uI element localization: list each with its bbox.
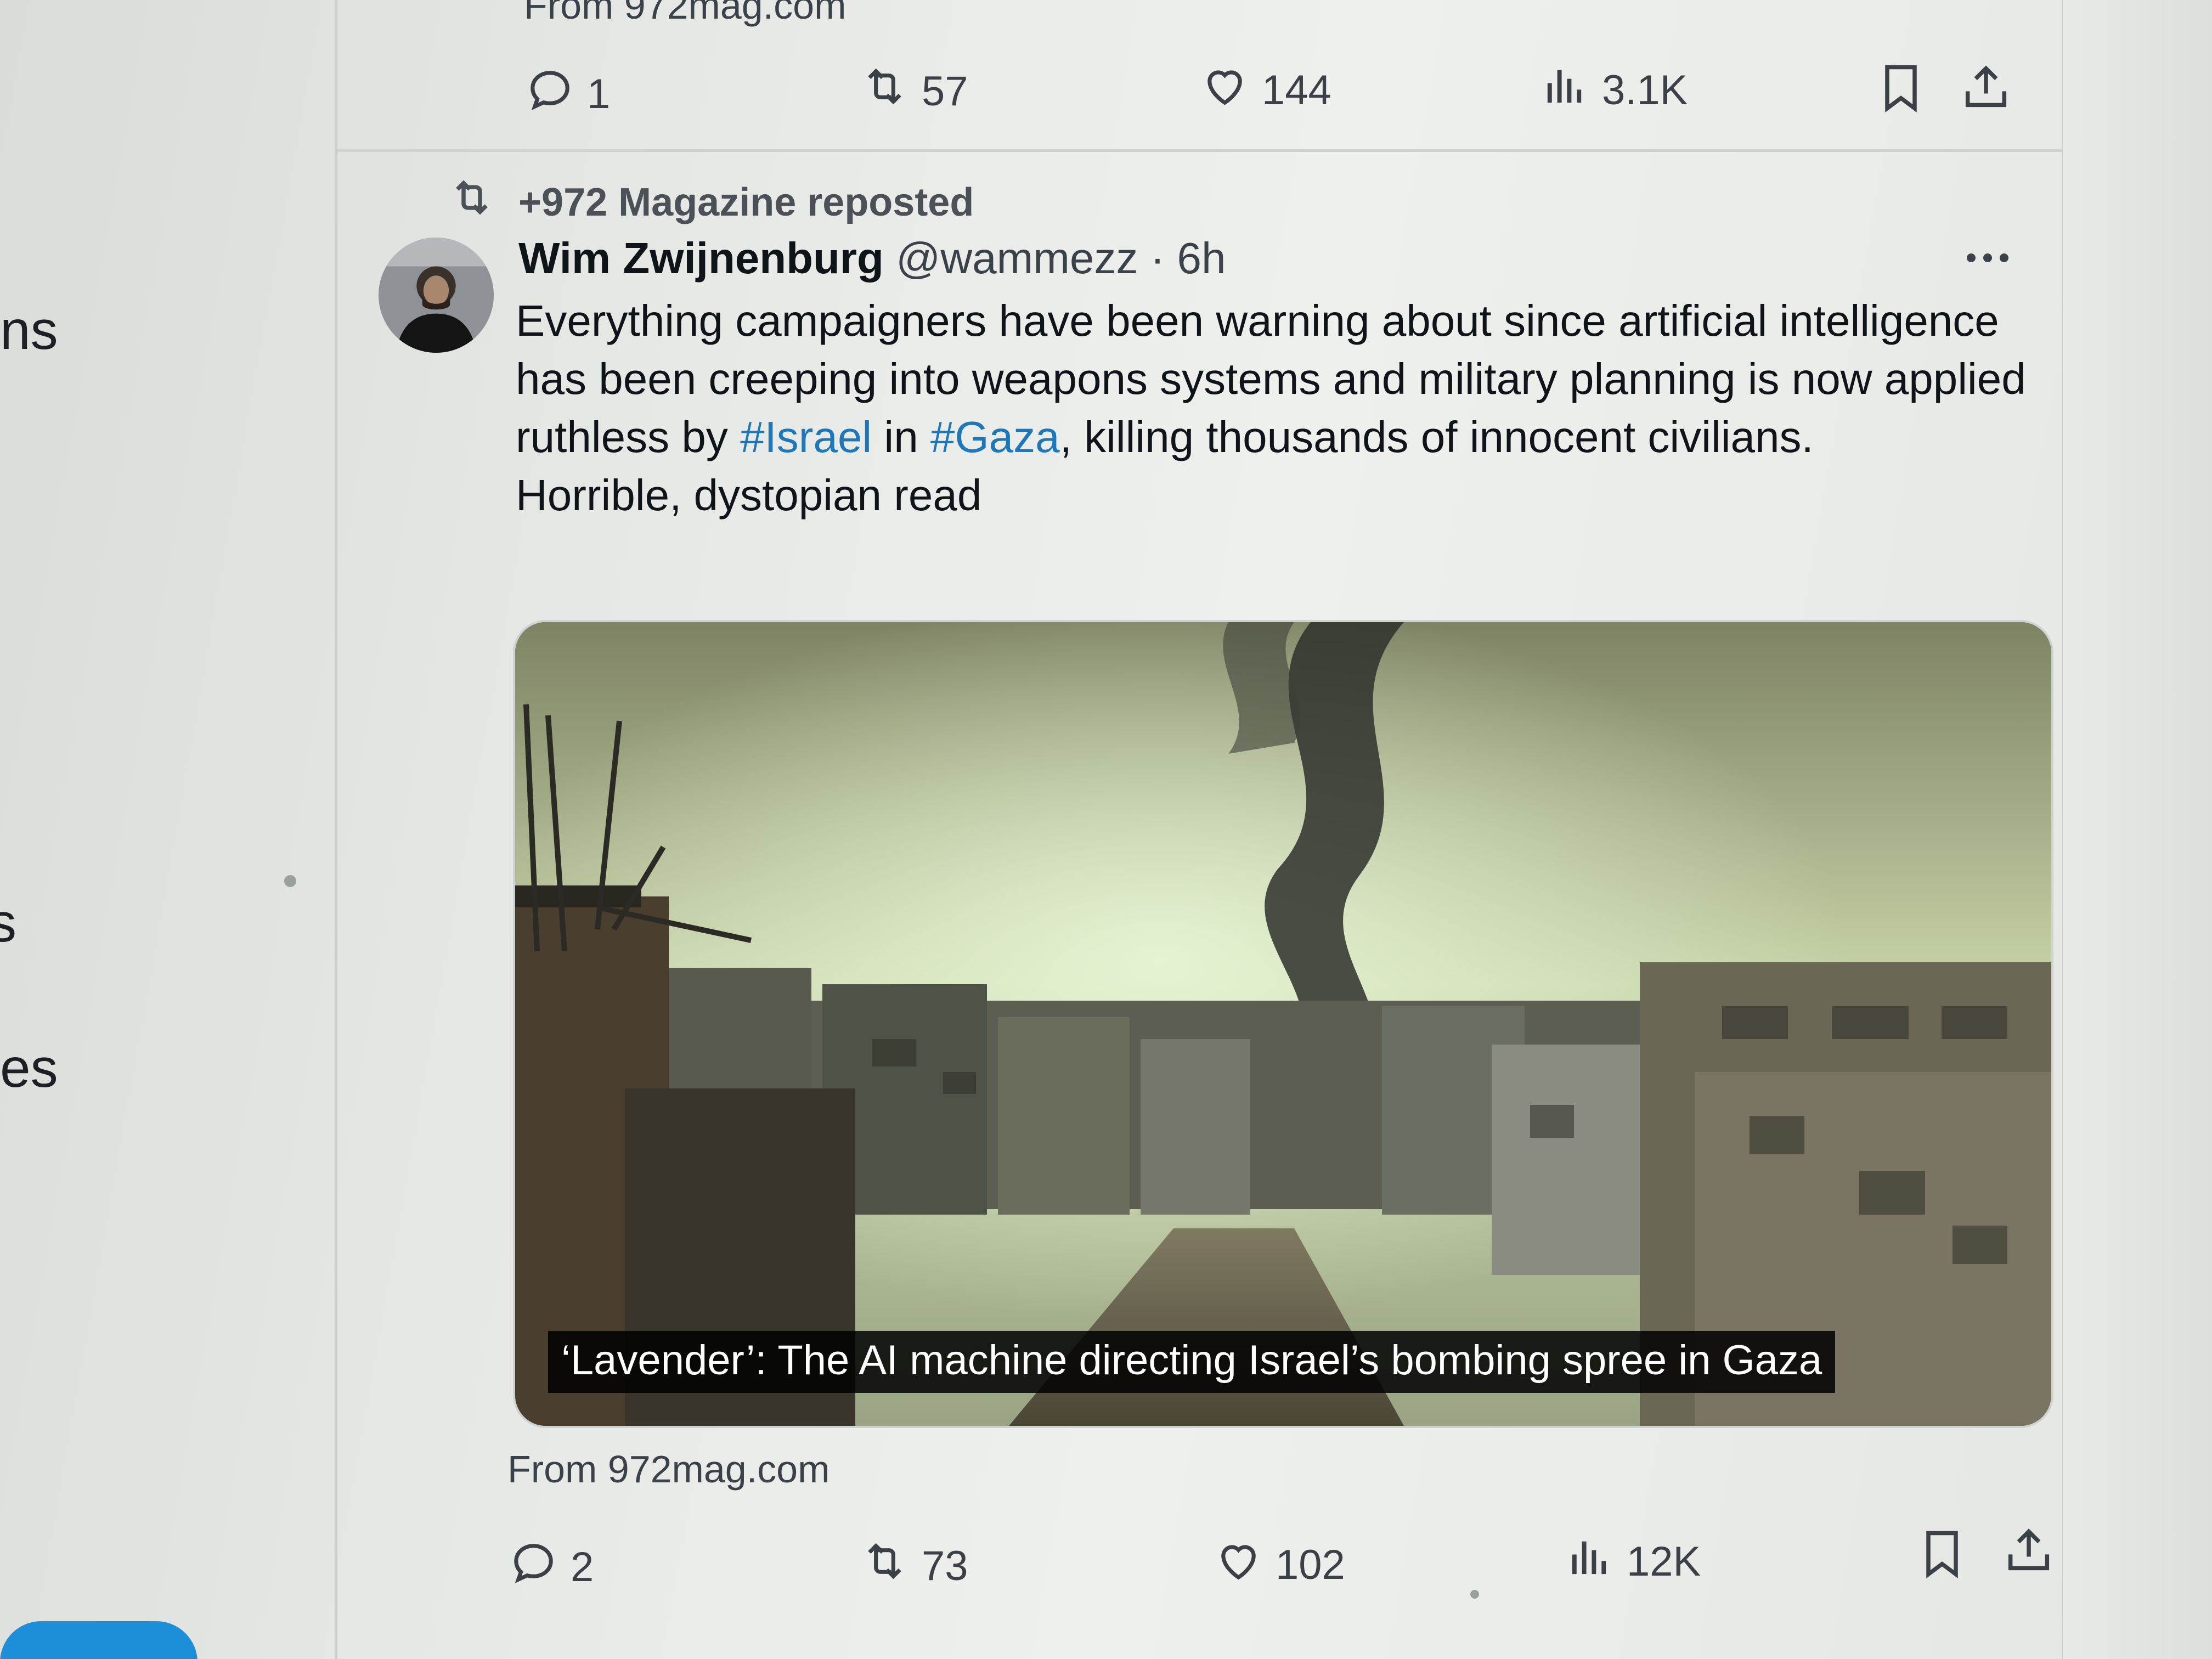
top-tweet-source[interactable]: From 972mag.com	[524, 0, 846, 27]
top-reply-count: 1	[587, 71, 611, 117]
hashtag-israel[interactable]: #Israel	[740, 413, 872, 461]
top-views-button[interactable]: 3.1K	[1539, 59, 1688, 121]
views-icon	[1564, 1531, 1616, 1593]
scroll-indicator	[284, 875, 296, 887]
header-separator: ·	[1150, 234, 1165, 283]
like-icon	[1199, 59, 1251, 121]
card-image	[515, 622, 2051, 1426]
card-source[interactable]: From 972mag.com	[507, 1447, 830, 1491]
views-button[interactable]: 12K	[1564, 1531, 1701, 1593]
tweet-text: Everything campaigners have been warning…	[516, 292, 2030, 524]
repost-icon	[859, 1535, 911, 1597]
repost-count: 73	[922, 1543, 968, 1589]
left-sidebar: ns s es	[0, 0, 335, 1659]
bookmark-icon	[1874, 65, 1928, 117]
tweet-text-part: , killing thousands of innocent civilian…	[1059, 413, 1814, 461]
share-icon	[2001, 1528, 2056, 1579]
top-views-count: 3.1K	[1602, 67, 1688, 114]
reply-icon	[524, 63, 576, 125]
link-card[interactable]: ‘Lavender’: The AI machine directing Isr…	[513, 620, 2053, 1428]
sidebar-fragment-1[interactable]: ns	[0, 299, 58, 362]
bookmark-icon	[1915, 1531, 1970, 1583]
tweet-divider	[337, 149, 2062, 152]
avatar[interactable]	[379, 238, 494, 353]
reply-icon	[507, 1536, 560, 1598]
top-repost-count: 57	[922, 68, 968, 115]
top-like-count: 144	[1262, 67, 1331, 114]
like-count: 102	[1276, 1542, 1345, 1588]
tweet-paragraph-1: Everything campaigners have been warning…	[516, 292, 2030, 466]
screen: ns s es From 972mag.com 1 57 144 3.1K +9…	[0, 0, 2212, 1659]
top-repost-button[interactable]: 57	[859, 60, 968, 122]
views-count: 12K	[1627, 1538, 1701, 1585]
sidebar-fragment-3[interactable]: es	[0, 1037, 58, 1100]
tweet-timestamp[interactable]: 6h	[1177, 234, 1226, 283]
feed-left-border	[335, 0, 337, 1659]
top-share-button[interactable]	[1959, 59, 2013, 117]
card-title: ‘Lavender’: The AI machine directing Isr…	[548, 1331, 1836, 1393]
repost-button[interactable]: 73	[859, 1535, 968, 1597]
views-icon	[1539, 59, 1591, 121]
share-button[interactable]	[2001, 1522, 2056, 1580]
right-panel	[2063, 0, 2212, 1659]
top-reply-button[interactable]: 1	[524, 63, 610, 125]
reply-button[interactable]: 2	[507, 1536, 594, 1598]
more-icon[interactable]	[1967, 241, 2016, 274]
repost-label: +972 Magazine reposted	[518, 180, 974, 224]
author-name[interactable]: Wim Zwijnenburg	[518, 234, 884, 283]
author-handle[interactable]: @wammezz	[896, 234, 1138, 283]
reply-count: 2	[571, 1544, 594, 1590]
tweet-header: Wim Zwijnenburg @wammezz · 6h	[518, 233, 1226, 284]
repost-icon	[859, 60, 911, 122]
hashtag-gaza[interactable]: #Gaza	[930, 413, 1060, 461]
sidebar-fragment-2[interactable]: s	[0, 891, 16, 955]
tweet-text-part: in	[872, 413, 930, 461]
tweet-paragraph-2: Horrible, dystopian read	[516, 471, 982, 520]
like-icon	[1212, 1534, 1265, 1596]
top-bookmark-button[interactable]	[1874, 60, 1928, 118]
bookmark-button[interactable]	[1915, 1526, 1970, 1584]
screen-dust-dot	[1470, 1590, 1479, 1599]
repost-indicator[interactable]: +972 Magazine reposted	[447, 173, 974, 232]
top-like-button[interactable]: 144	[1199, 59, 1331, 121]
share-icon	[1959, 65, 2013, 116]
post-button[interactable]	[0, 1621, 198, 1659]
like-button[interactable]: 102	[1212, 1534, 1345, 1596]
repost-icon	[447, 173, 496, 232]
